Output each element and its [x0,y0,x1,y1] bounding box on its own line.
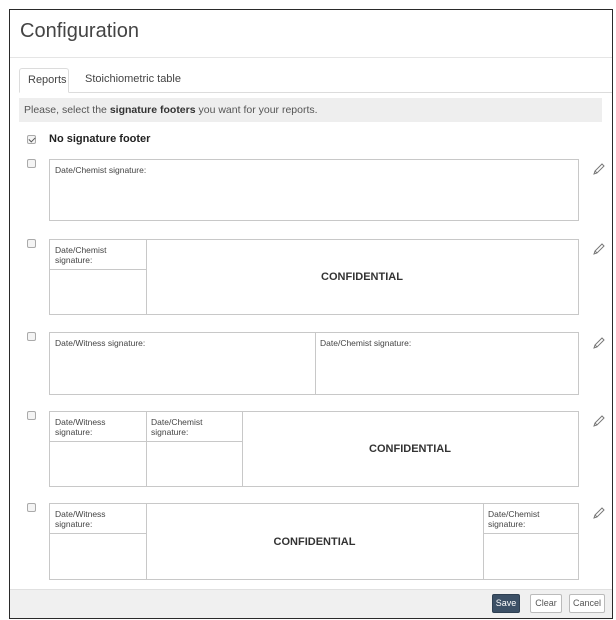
dialog-footer: Save Clear Cancel [10,589,612,618]
configuration-dialog: Configuration Reports Stoichiometric tab… [9,9,613,619]
tab-reports[interactable]: Reports [19,68,69,93]
footer4-divider-h [50,441,242,442]
pencil-icon[interactable] [592,162,606,176]
footer3-preview: Date/Witness signature: Date/Chemist sig… [49,332,579,395]
instruction-prefix: Please, select the [24,104,110,116]
title-divider [10,57,612,58]
footer4-checkbox[interactable] [27,411,36,420]
footer1-date-chemist: Date/Chemist signature: [55,165,147,175]
footer4-date-chemist: Date/Chemist signature: [151,417,203,437]
instruction-suffix: you want for your reports. [195,104,318,116]
footer3-checkbox[interactable] [27,332,36,341]
tab-stoichiometric-table[interactable]: Stoichiometric table [77,68,189,92]
footer5-checkbox[interactable] [27,503,36,512]
no-footer-label: No signature footer [49,133,151,145]
footer2-preview: Date/Chemist signature: CONFIDENTIAL [49,239,579,315]
footer4-date-witness: Date/Witness signature: [55,417,106,437]
footer1-checkbox[interactable] [27,159,36,168]
footer2-checkbox[interactable] [27,239,36,248]
save-button[interactable]: Save [492,594,520,613]
instruction-bar: Please, select the signature footers you… [19,98,602,122]
footer3-date-chemist: Date/Chemist signature: [320,338,412,348]
clear-button[interactable]: Clear [530,594,562,613]
footer4-confidential: CONFIDENTIAL [369,443,451,455]
instruction-bold: signature footers [109,104,196,116]
pencil-icon[interactable] [592,242,606,256]
footer5-date-witness: Date/Witness signature: [55,509,106,529]
footer5-divider-h1 [50,533,146,534]
footer2-date-chemist: Date/Chemist signature: [55,245,107,265]
tab-bar: Reports Stoichiometric table [19,68,612,93]
dialog-title: Configuration [20,20,139,42]
pencil-icon[interactable] [592,414,606,428]
footer3-date-witness: Date/Witness signature: [55,338,146,348]
footer5-divider-h2 [483,533,578,534]
cancel-button[interactable]: Cancel [569,594,605,613]
no-footer-checkbox[interactable] [27,135,36,144]
footer1-preview: Date/Chemist signature: [49,159,579,221]
footer5-preview: Date/Witness signature: CONFIDENTIAL Dat… [49,503,579,580]
pencil-icon[interactable] [592,336,606,350]
footer5-confidential: CONFIDENTIAL [273,535,356,548]
footer2-divider-h [50,269,146,270]
footer2-confidential: CONFIDENTIAL [321,271,403,283]
footer4-preview: Date/Witness signature: Date/Chemist sig… [49,411,579,487]
footer5-date-chemist: Date/Chemist signature: [488,509,540,529]
pencil-icon[interactable] [592,506,606,520]
